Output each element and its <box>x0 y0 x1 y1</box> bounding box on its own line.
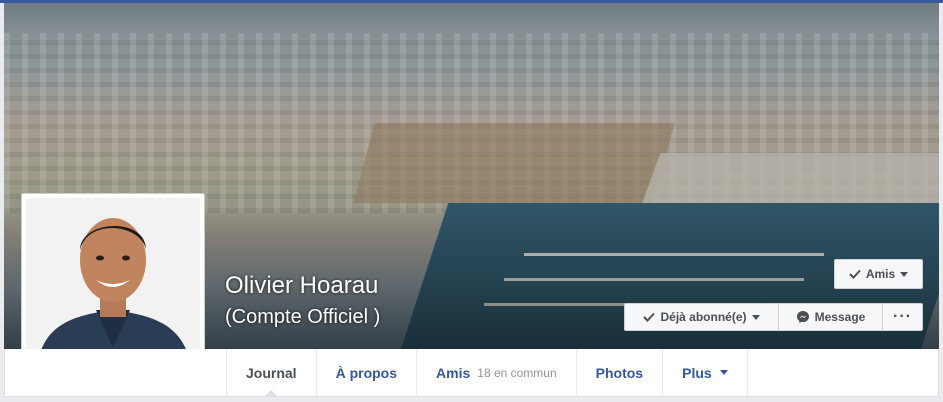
profile-name[interactable]: Olivier Hoarau <box>225 272 378 300</box>
check-icon <box>849 269 861 279</box>
avatar <box>26 198 200 372</box>
tab-more[interactable]: Plus <box>662 349 748 396</box>
tab-label: À propos <box>335 364 398 381</box>
tab-label: Journal <box>246 364 297 381</box>
mutual-friends-count: 18 en commun <box>477 365 557 380</box>
friends-button-label: Amis <box>865 267 896 281</box>
messenger-icon <box>796 311 809 323</box>
more-options-button[interactable]: ··· <box>883 303 923 331</box>
tab-label: Amis <box>436 364 471 381</box>
tab-journal[interactable]: Journal <box>226 349 316 397</box>
following-button[interactable]: Déjà abonné(e) <box>624 303 779 331</box>
active-tab-indicator <box>264 390 279 397</box>
profile-subtitle: (Compte Officiel ) <box>225 306 381 328</box>
message-button[interactable]: Message <box>779 303 883 331</box>
following-button-label: Déjà abonné(e) <box>660 310 747 324</box>
message-button-label: Message <box>814 310 866 324</box>
check-icon <box>643 312 656 322</box>
friends-button[interactable]: Amis <box>834 259 923 289</box>
chevron-down-icon <box>900 271 909 277</box>
chevron-down-icon <box>719 370 728 375</box>
tab-photos[interactable]: Photos <box>575 349 662 396</box>
cover-dirt-field <box>353 123 675 203</box>
tab-about[interactable]: À propos <box>315 349 416 396</box>
profile-nav-bar: Journal À propos Amis 18 en commun Photo… <box>4 349 939 397</box>
tab-friends[interactable]: Amis 18 en commun <box>416 349 576 396</box>
chevron-down-icon <box>751 314 760 320</box>
profile-tabs: Journal À propos Amis 18 en commun Photo… <box>226 349 748 397</box>
tab-label: Photos <box>595 364 644 381</box>
more-icon: ··· <box>893 308 912 325</box>
tab-label: Plus <box>682 364 712 381</box>
